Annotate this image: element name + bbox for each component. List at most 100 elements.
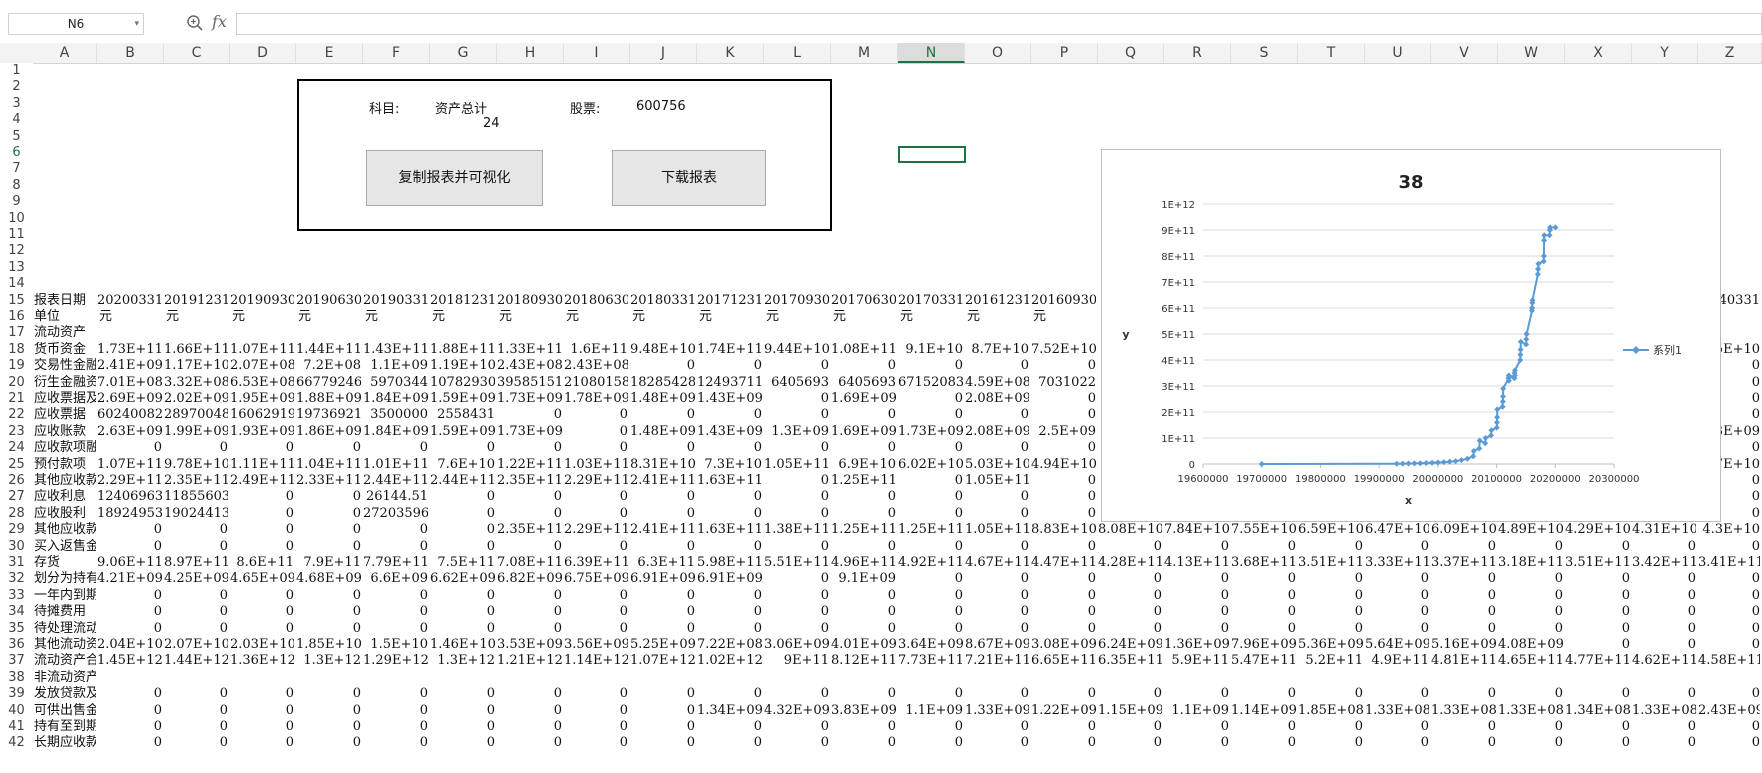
row-header-3[interactable]: 3 — [0, 96, 33, 112]
data-cell[interactable]: 0 — [164, 440, 228, 456]
data-cell[interactable]: 0 — [1098, 604, 1162, 620]
data-cell[interactable]: 0 — [630, 719, 695, 735]
data-cell[interactable]: 0 — [1098, 571, 1162, 587]
data-cell[interactable]: 8.31E+10 — [630, 457, 695, 473]
data-cell[interactable]: 0 — [430, 719, 495, 735]
data-cell[interactable]: 0 — [1031, 489, 1096, 505]
data-cell[interactable]: 0 — [1164, 604, 1229, 620]
data-cell[interactable]: 0 — [97, 686, 162, 702]
row-label-cell[interactable]: 买入返售金 — [34, 539, 96, 555]
data-cell[interactable]: 2.69E+09 — [97, 391, 162, 407]
data-cell[interactable]: 1.33E+08 — [1498, 703, 1563, 719]
data-cell[interactable]: 0 — [764, 719, 829, 735]
data-cell[interactable]: 1.25E+11 — [831, 522, 896, 538]
data-cell[interactable]: 0 — [497, 686, 562, 702]
data-cell[interactable]: 1.85E+08 — [1298, 703, 1363, 719]
data-cell[interactable]: 4.58E+11 — [1698, 653, 1760, 669]
data-cell[interactable]: 0 — [764, 621, 829, 637]
data-cell[interactable]: 2.41E+09 — [97, 358, 162, 374]
data-cell[interactable]: 3.08E+09 — [1031, 637, 1096, 653]
data-cell[interactable]: 0 — [296, 506, 361, 522]
data-cell[interactable]: 0 — [831, 358, 896, 374]
data-cell[interactable]: 9E+11 — [764, 653, 829, 669]
column-header-x[interactable]: X — [1565, 43, 1632, 63]
copy-visualize-button[interactable]: 复制报表并可视化 — [366, 150, 543, 206]
data-cell[interactable]: 0 — [1365, 719, 1429, 735]
data-cell[interactable]: 0 — [630, 489, 695, 505]
data-cell[interactable]: 2.41E+11 — [630, 522, 695, 538]
row-header-24[interactable]: 24 — [0, 440, 33, 456]
data-cell[interactable]: 5.25E+09 — [630, 637, 695, 653]
data-cell[interactable]: 0 — [764, 358, 829, 374]
data-cell[interactable]: 6.47E+10 — [1365, 522, 1429, 538]
row-header-14[interactable]: 14 — [0, 276, 33, 292]
date-header-cell[interactable]: 20160930 — [1031, 293, 1096, 309]
data-cell[interactable]: 0 — [1031, 440, 1096, 456]
data-cell[interactable]: 0 — [363, 522, 428, 538]
data-cell[interactable]: 0 — [1698, 604, 1760, 620]
row-header-36[interactable]: 36 — [0, 637, 33, 653]
date-header-cell[interactable]: 20181231 — [430, 293, 495, 309]
data-cell[interactable]: 26144.51 — [363, 489, 428, 505]
data-cell[interactable]: 0 — [430, 588, 495, 604]
data-cell[interactable]: 1.21E+12 — [497, 653, 562, 669]
data-cell[interactable]: 0 — [1098, 621, 1162, 637]
data-cell[interactable]: 0 — [1565, 686, 1630, 702]
data-cell[interactable]: 0 — [1565, 621, 1630, 637]
data-cell[interactable]: 0 — [1498, 735, 1563, 751]
date-header-cell[interactable]: 20190331 — [363, 293, 428, 309]
data-cell[interactable]: 0 — [1231, 735, 1296, 751]
data-cell[interactable]: 0 — [564, 719, 628, 735]
data-cell[interactable]: 6.91E+09 — [630, 571, 695, 587]
data-cell[interactable]: 0 — [630, 604, 695, 620]
data-cell[interactable]: 0 — [1565, 735, 1630, 751]
data-cell[interactable]: 1.1E+09 — [898, 703, 963, 719]
data-cell[interactable]: 0 — [1365, 735, 1429, 751]
row-header-29[interactable]: 29 — [0, 522, 33, 538]
data-cell[interactable]: 0 — [97, 703, 162, 719]
date-header-cell[interactable]: 20170331 — [898, 293, 963, 309]
data-cell[interactable]: 0 — [497, 588, 562, 604]
data-cell[interactable]: 5.47E+11 — [1231, 653, 1296, 669]
data-cell[interactable]: 3500000 — [363, 407, 428, 423]
column-header-c[interactable]: C — [164, 43, 230, 63]
data-cell[interactable]: 0 — [363, 588, 428, 604]
data-cell[interactable]: 1.73E+11 — [97, 342, 162, 358]
data-cell[interactable]: 0 — [1231, 604, 1296, 620]
row-header-6[interactable]: 6 — [0, 145, 33, 161]
unit-cell[interactable]: 元 — [99, 309, 164, 325]
data-cell[interactable]: 0 — [1031, 473, 1096, 489]
row-header-35[interactable]: 35 — [0, 621, 33, 637]
data-cell[interactable]: 0 — [296, 686, 361, 702]
data-cell[interactable]: 4.67E+11 — [965, 555, 1029, 571]
data-cell[interactable]: 1.43E+09 — [697, 424, 762, 440]
data-cell[interactable]: 0 — [1431, 686, 1496, 702]
row-label-cell[interactable]: 应收账款 — [34, 424, 96, 440]
data-cell[interactable]: 60240082 — [97, 407, 162, 423]
data-cell[interactable]: 8.97E+11 — [164, 555, 228, 571]
data-cell[interactable]: 0 — [898, 539, 963, 555]
data-cell[interactable]: 0 — [497, 719, 562, 735]
data-cell[interactable]: 4.77E+11 — [1565, 653, 1630, 669]
data-cell[interactable]: 0 — [1365, 588, 1429, 604]
data-cell[interactable]: 1.01E+11 — [363, 457, 428, 473]
function-icon[interactable]: fx — [212, 12, 227, 31]
data-cell[interactable]: 0 — [1365, 621, 1429, 637]
data-cell[interactable]: 2.35E+11 — [497, 522, 562, 538]
row-label-cell[interactable]: 划分为持有 — [34, 571, 96, 587]
data-cell[interactable]: 0 — [164, 588, 228, 604]
data-cell[interactable]: 1.38E+11 — [764, 522, 829, 538]
data-cell[interactable]: 0 — [697, 440, 762, 456]
scatter-chart[interactable]: 38 0 1E+11 2E+11 3E+11 4E+11 5E+11 6E+11 7E+11 8E… — [1101, 149, 1721, 522]
data-cell[interactable]: 11855603 — [164, 489, 228, 505]
data-cell[interactable]: 2558431 — [430, 407, 495, 423]
row-label-cell[interactable]: 存货 — [34, 555, 96, 571]
data-cell[interactable]: 1.6E+11 — [564, 342, 628, 358]
data-cell[interactable]: 18924953 — [97, 506, 162, 522]
unit-cell[interactable]: 元 — [766, 309, 831, 325]
data-cell[interactable]: 0 — [1231, 588, 1296, 604]
data-cell[interactable]: 0 — [497, 703, 562, 719]
data-cell[interactable]: 0 — [1164, 621, 1229, 637]
data-cell[interactable]: 66779246 — [296, 375, 361, 391]
data-cell[interactable]: 9.1E+09 — [831, 571, 896, 587]
